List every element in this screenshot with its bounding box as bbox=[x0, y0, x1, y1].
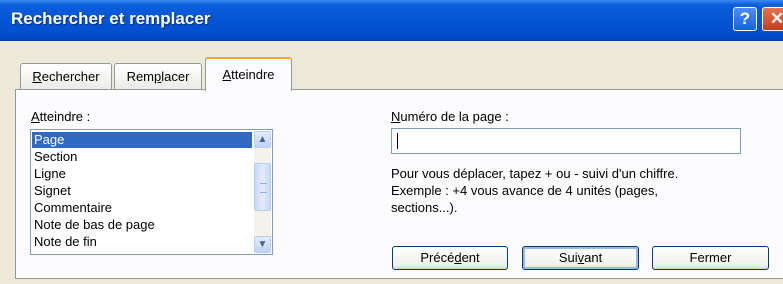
tab-remplacer[interactable]: Remplacer bbox=[114, 63, 202, 89]
close-button[interactable]: Fermer bbox=[652, 246, 769, 270]
button-label-accelerator: d bbox=[454, 250, 462, 265]
help-line: Exemple : +4 vous avance de 4 unités (pa… bbox=[391, 183, 659, 198]
page-number-label: Numéro de la page : bbox=[391, 109, 509, 124]
help-icon[interactable]: ? bbox=[733, 7, 757, 31]
help-text: Pour vous déplacer, tapez + ou - suivi d… bbox=[391, 165, 751, 216]
scroll-thumb[interactable] bbox=[254, 163, 271, 211]
page-number-input[interactable] bbox=[391, 128, 741, 154]
previous-button[interactable]: Précédent bbox=[392, 246, 508, 270]
button-label: Précé bbox=[420, 250, 455, 265]
list-item-page[interactable]: Page bbox=[32, 132, 252, 148]
button-label: ant bbox=[584, 250, 603, 265]
window-title: Rechercher et remplacer bbox=[11, 9, 211, 28]
close-icon[interactable]: ✕ bbox=[762, 7, 783, 31]
list-item-section[interactable]: Section bbox=[32, 149, 252, 165]
label-accelerator: A bbox=[31, 109, 40, 124]
list-item-note-de-fin[interactable]: Note de fin bbox=[32, 234, 252, 250]
button-label: Sui bbox=[558, 250, 578, 265]
tab-label: lacer bbox=[161, 69, 190, 84]
next-button[interactable]: Suivant bbox=[522, 246, 639, 270]
scroll-up-arrow-icon[interactable]: ▲ bbox=[254, 131, 271, 148]
listbox-scrollbar[interactable]: ▲ ▼ bbox=[254, 131, 271, 253]
list-item-note-bas-de-page[interactable]: Note de bas de page bbox=[32, 217, 252, 233]
help-line: sections...). bbox=[391, 200, 458, 215]
help-line: Pour vous déplacer, tapez + ou - suivi d… bbox=[391, 166, 679, 181]
tab-label: echercher bbox=[41, 69, 100, 84]
tab-atteindre[interactable]: Atteindre bbox=[205, 57, 292, 91]
tab-label: Rem bbox=[126, 69, 155, 84]
title-bar[interactable]: Rechercher et remplacer ? ✕ bbox=[0, 0, 783, 41]
label-text: tteindre : bbox=[39, 109, 91, 124]
tab-rechercher[interactable]: Rechercher bbox=[20, 63, 112, 89]
goto-what-label: Atteindre : bbox=[31, 109, 90, 124]
list-item-commentaire[interactable]: Commentaire bbox=[32, 200, 252, 216]
tab-label-accelerator: A bbox=[222, 67, 232, 82]
button-label: Fermer bbox=[689, 250, 732, 265]
label-accelerator: N bbox=[391, 109, 401, 124]
grip-icon bbox=[260, 183, 267, 193]
scroll-down-arrow-icon[interactable]: ▼ bbox=[254, 236, 271, 253]
tab-label-accelerator: R bbox=[32, 69, 42, 84]
button-label: ent bbox=[461, 250, 480, 265]
tab-label: tteindre bbox=[231, 67, 275, 82]
find-replace-dialog: Rechercher et remplacer ? ✕ Rechercher R… bbox=[0, 0, 783, 284]
label-text: uméro de la page : bbox=[400, 109, 509, 124]
text-caret bbox=[397, 133, 398, 149]
list-item-signet[interactable]: Signet bbox=[32, 183, 252, 199]
goto-what-listbox[interactable]: Page Section Ligne Signet Commentaire No… bbox=[30, 129, 273, 255]
list-item-ligne[interactable]: Ligne bbox=[32, 166, 252, 182]
